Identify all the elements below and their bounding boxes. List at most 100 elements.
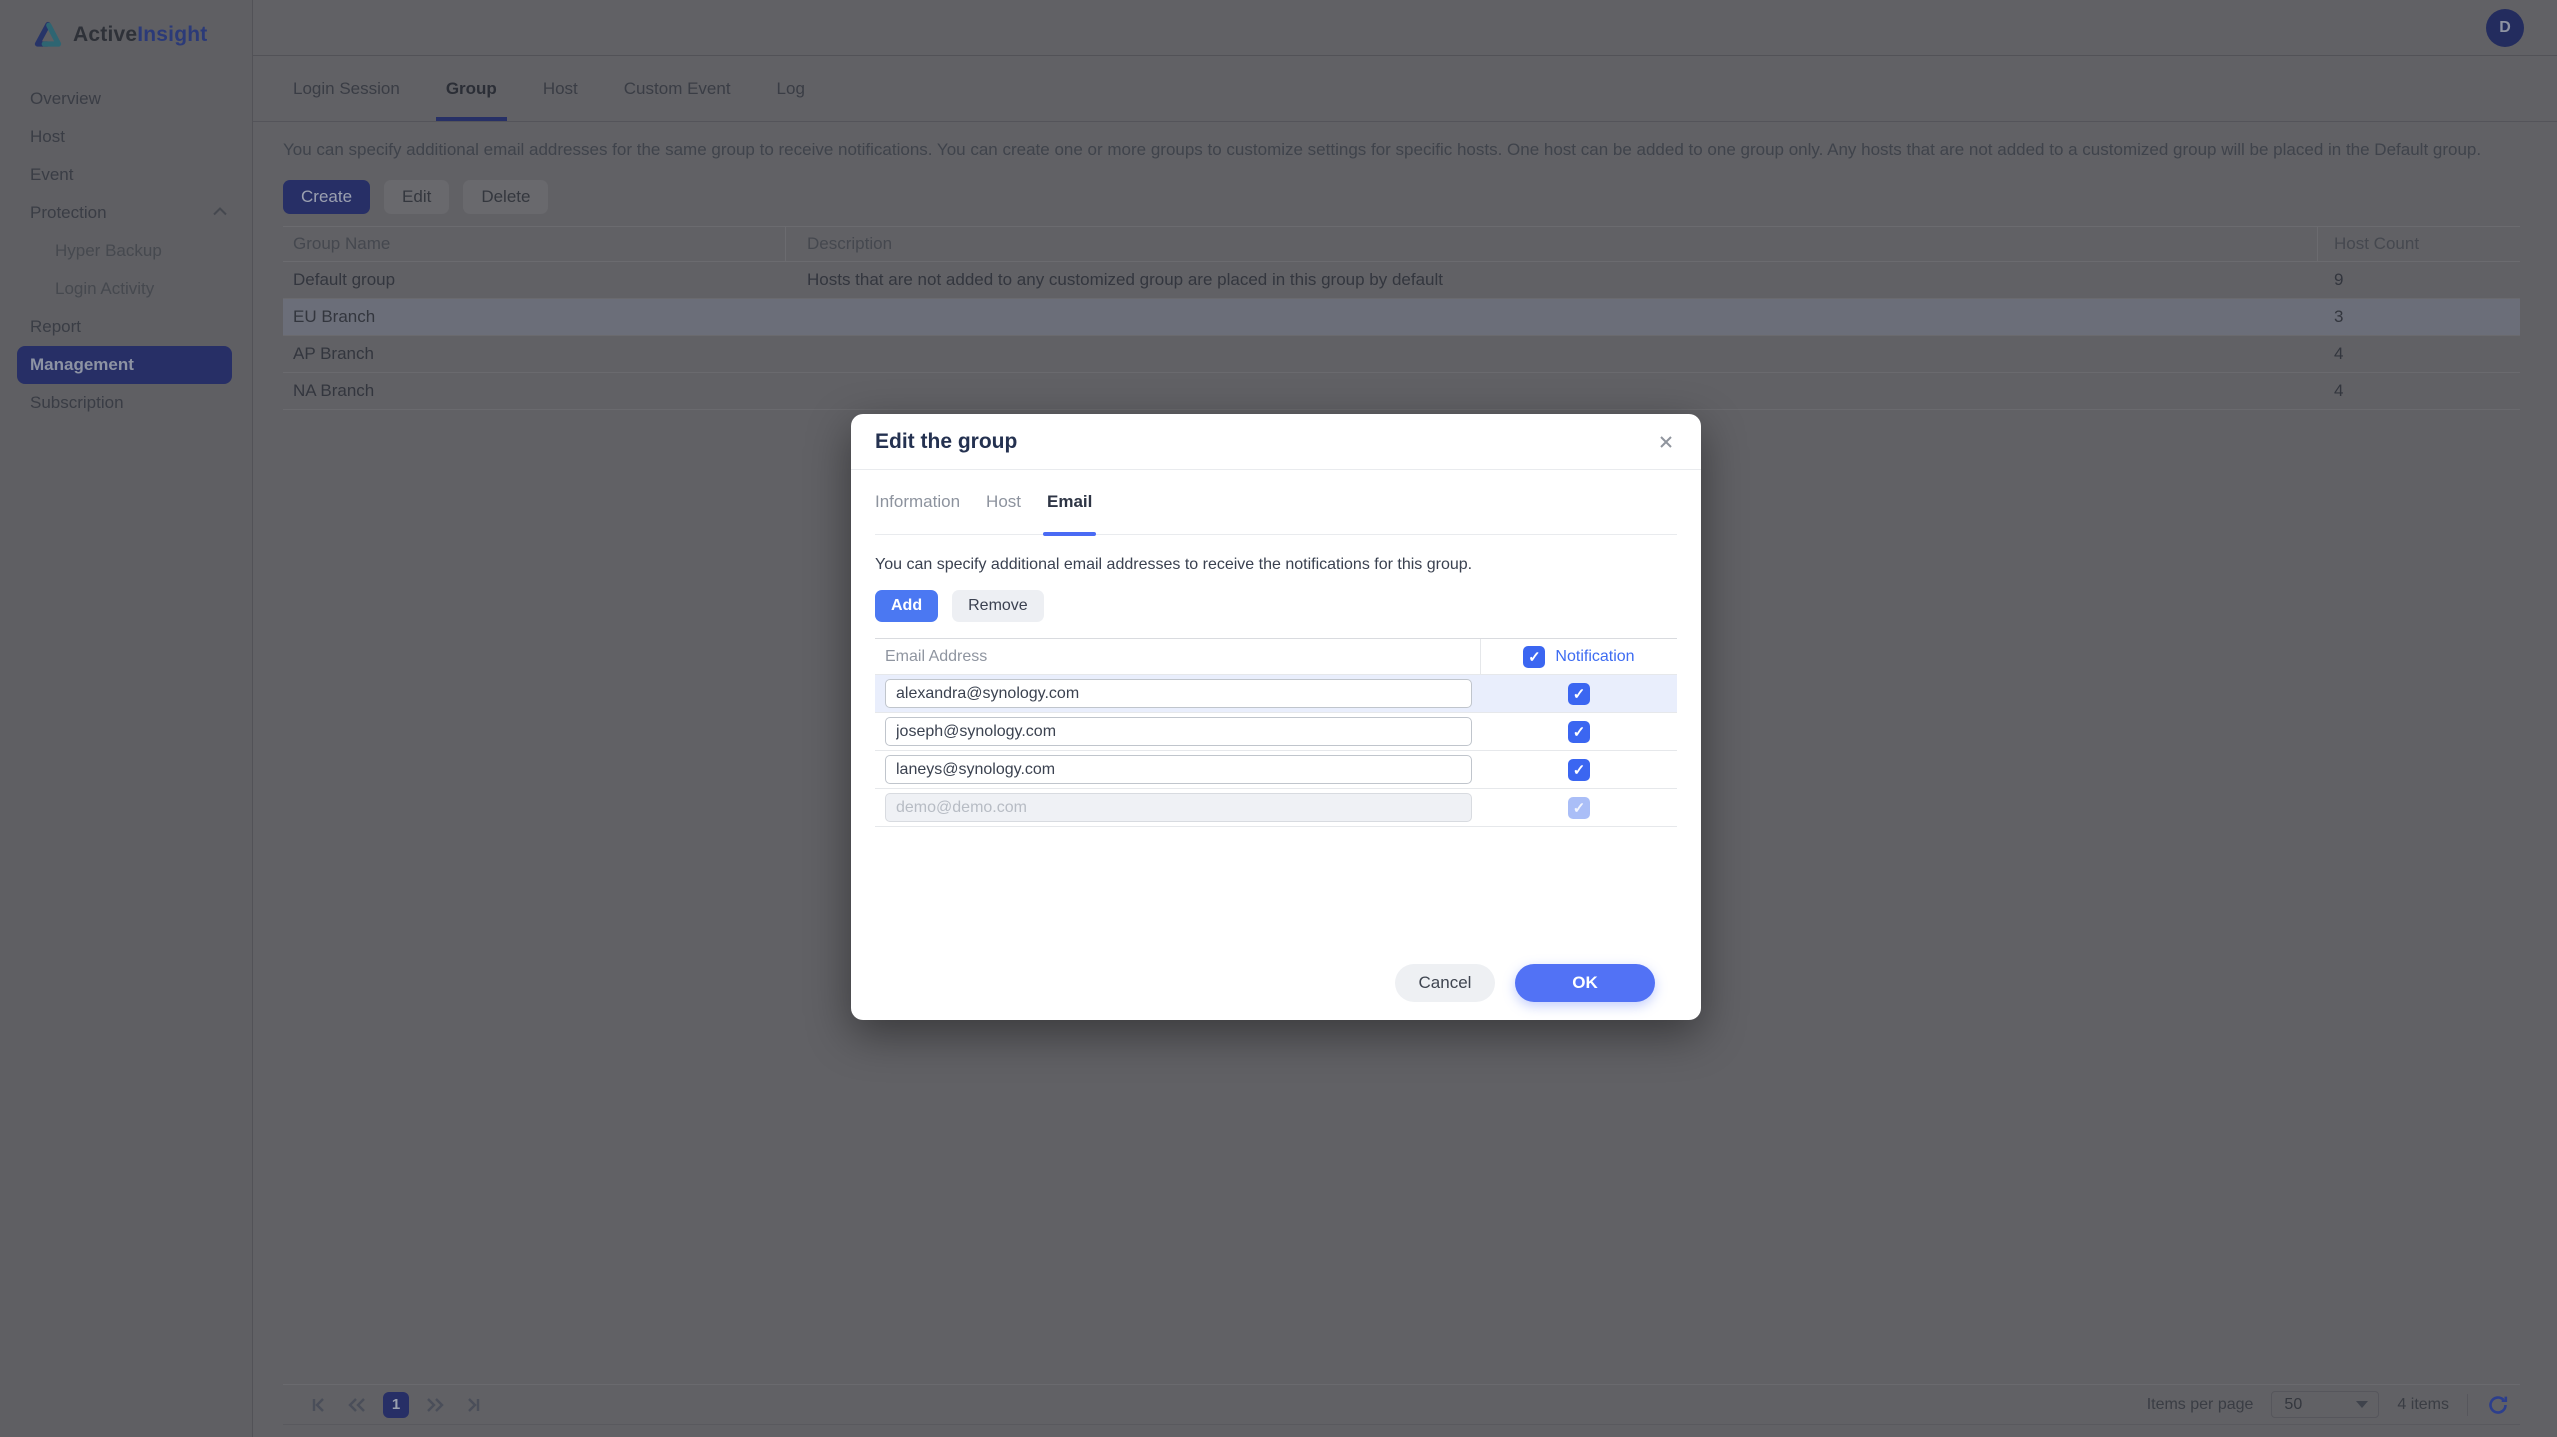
dialog-body: Information Host Email You can specify a… xyxy=(851,470,1701,1020)
sidebar-item-login-activity[interactable]: Login Activity xyxy=(0,270,252,308)
pagination-bar: 1 Items per page 50 4 items xyxy=(283,1384,2520,1425)
notification-cell: ✓ xyxy=(1481,683,1677,705)
column-notification: ✓ Notification xyxy=(1481,646,1677,668)
notification-checkbox[interactable]: ✓ xyxy=(1568,721,1590,743)
cell-host-count: 4 xyxy=(2318,344,2520,364)
cell-host-count: 3 xyxy=(2318,307,2520,327)
sidebar-nav: Overview Host Event Protection Hyper Bac… xyxy=(0,80,252,422)
dialog-description: You can specify additional email address… xyxy=(875,556,1677,574)
notification-label: Notification xyxy=(1555,648,1634,666)
notification-cell: ✓ xyxy=(1481,797,1677,819)
dialog-footer: Cancel OK xyxy=(875,964,1677,1020)
cell-description: Hosts that are not added to any customiz… xyxy=(786,262,2318,298)
items-per-page-label: Items per page xyxy=(2147,1396,2254,1414)
tab-group[interactable]: Group xyxy=(446,56,497,121)
email-table: Email Address ✓ Notification ✓ xyxy=(875,638,1677,827)
user-avatar[interactable]: D xyxy=(2486,9,2524,47)
table-row-na-branch[interactable]: NA Branch 4 xyxy=(283,373,2520,410)
groups-table: Group Name Description Host Count Defaul… xyxy=(283,226,2520,410)
dialog-tab-email[interactable]: Email xyxy=(1047,470,1092,534)
groups-table-header: Group Name Description Host Count xyxy=(283,226,2520,262)
dialog-tab-host[interactable]: Host xyxy=(986,470,1021,534)
app-logo: ActiveInsight xyxy=(0,0,252,56)
cancel-button[interactable]: Cancel xyxy=(1395,964,1495,1002)
email-row[interactable]: ✓ xyxy=(875,675,1677,713)
current-page-button[interactable]: 1 xyxy=(383,1392,409,1418)
dialog-header: Edit the group xyxy=(851,414,1701,470)
sidebar-item-overview[interactable]: Overview xyxy=(0,80,252,118)
divider xyxy=(2467,1394,2468,1416)
page-size-dropdown[interactable]: 50 xyxy=(2271,1391,2379,1418)
sidebar-item-management[interactable]: Management xyxy=(17,346,232,384)
cell-group-name: EU Branch xyxy=(283,299,786,335)
column-description[interactable]: Description xyxy=(786,227,2318,261)
activeinsight-logo-icon xyxy=(33,21,63,49)
tab-host[interactable]: Host xyxy=(543,56,578,121)
create-button[interactable]: Create xyxy=(283,180,370,214)
tab-login-session[interactable]: Login Session xyxy=(293,56,400,121)
column-host-count[interactable]: Host Count xyxy=(2318,234,2520,254)
pagination-controls: 1 xyxy=(283,1392,485,1418)
top-header: D xyxy=(253,0,2557,56)
delete-button[interactable]: Delete xyxy=(463,180,548,214)
notification-cell: ✓ xyxy=(1481,759,1677,781)
last-page-icon[interactable] xyxy=(461,1393,485,1417)
email-input[interactable] xyxy=(885,717,1472,746)
dialog-tab-information[interactable]: Information xyxy=(875,470,960,534)
next-page-icon[interactable] xyxy=(423,1393,447,1417)
dialog-title: Edit the group xyxy=(875,430,1017,454)
close-icon[interactable] xyxy=(1651,427,1681,457)
ok-button[interactable]: OK xyxy=(1515,964,1655,1002)
chevron-down-icon xyxy=(2356,1401,2368,1408)
cell-group-name: NA Branch xyxy=(283,373,786,409)
cell-group-name: AP Branch xyxy=(283,336,786,372)
pagination-settings: Items per page 50 4 items xyxy=(2147,1391,2520,1418)
first-page-icon[interactable] xyxy=(307,1393,331,1417)
notification-cell: ✓ xyxy=(1481,721,1677,743)
edit-button[interactable]: Edit xyxy=(384,180,449,214)
table-row-default-group[interactable]: Default group Hosts that are not added t… xyxy=(283,262,2520,299)
spacer xyxy=(875,827,1677,964)
remove-button[interactable]: Remove xyxy=(952,590,1044,622)
sidebar: ActiveInsight Overview Host Event Protec… xyxy=(0,0,253,1437)
cell-host-count: 9 xyxy=(2318,270,2520,290)
cell-description xyxy=(786,336,2318,372)
tab-custom-event[interactable]: Custom Event xyxy=(624,56,731,121)
edit-group-dialog: Edit the group Information Host Email Yo… xyxy=(851,414,1701,1020)
group-page-tabs: Login Session Group Host Custom Event Lo… xyxy=(253,56,2557,122)
table-row-ap-branch[interactable]: AP Branch 4 xyxy=(283,336,2520,373)
sidebar-item-report[interactable]: Report xyxy=(0,308,252,346)
app-title: ActiveInsight xyxy=(73,23,207,47)
prev-page-icon[interactable] xyxy=(345,1393,369,1417)
sidebar-item-host[interactable]: Host xyxy=(0,118,252,156)
email-table-header: Email Address ✓ Notification xyxy=(875,638,1677,675)
cell-host-count: 4 xyxy=(2318,381,2520,401)
column-group-name[interactable]: Group Name xyxy=(283,227,786,261)
email-row[interactable]: ✓ xyxy=(875,751,1677,789)
email-input[interactable] xyxy=(885,679,1472,708)
cell-description xyxy=(786,299,2318,335)
email-input[interactable] xyxy=(885,755,1472,784)
email-row-disabled: ✓ xyxy=(875,789,1677,827)
notification-checkbox-disabled: ✓ xyxy=(1568,797,1590,819)
notification-checkbox[interactable]: ✓ xyxy=(1568,683,1590,705)
notification-all-checkbox[interactable]: ✓ xyxy=(1523,646,1545,668)
page-description: You can specify additional email address… xyxy=(283,140,2527,160)
sidebar-item-protection[interactable]: Protection xyxy=(0,194,252,232)
sidebar-item-subscription[interactable]: Subscription xyxy=(0,384,252,422)
refresh-icon[interactable] xyxy=(2486,1393,2510,1417)
group-toolbar: Create Edit Delete xyxy=(283,180,548,214)
tab-log[interactable]: Log xyxy=(777,56,805,121)
email-cell xyxy=(875,679,1481,708)
total-items-label: 4 items xyxy=(2397,1396,2449,1414)
email-row[interactable]: ✓ xyxy=(875,713,1677,751)
cell-group-name: Default group xyxy=(283,262,786,298)
sidebar-item-hyper-backup[interactable]: Hyper Backup xyxy=(0,232,252,270)
notification-checkbox[interactable]: ✓ xyxy=(1568,759,1590,781)
add-button[interactable]: Add xyxy=(875,590,938,622)
sidebar-item-event[interactable]: Event xyxy=(0,156,252,194)
email-input-disabled xyxy=(885,793,1472,822)
email-cell xyxy=(875,755,1481,784)
email-cell xyxy=(875,793,1481,822)
table-row-eu-branch[interactable]: EU Branch 3 xyxy=(283,299,2520,336)
